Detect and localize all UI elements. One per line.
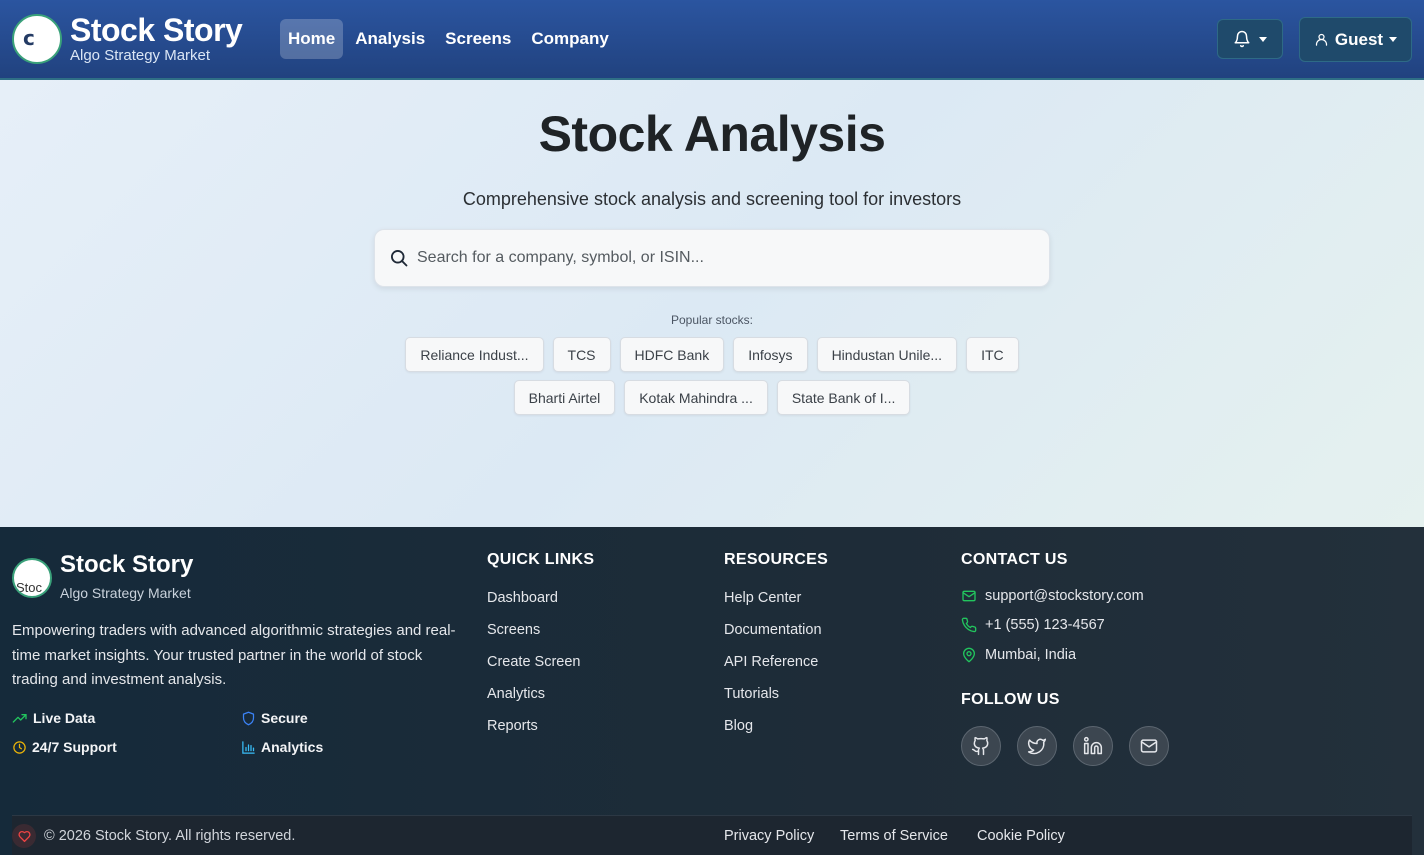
stock-chip-itc[interactable]: ITC [966, 337, 1019, 372]
stock-chip-tcs[interactable]: TCS [552, 337, 611, 372]
footer-link-dashboard[interactable]: Dashboard [487, 590, 581, 622]
quick-links-list: Dashboard Screens Create Screen Analytic… [487, 590, 581, 750]
search-input[interactable] [417, 249, 1017, 267]
feature-support: 24/7 Support [12, 739, 117, 755]
top-navbar: c Stock Story Algo Strategy Market Home … [0, 0, 1424, 80]
shield-icon [242, 711, 255, 725]
feature-live-data: Live Data [12, 710, 95, 726]
hero-section: Stock Analysis Comprehensive stock analy… [0, 80, 1424, 527]
nav-analysis[interactable]: Analysis [347, 19, 433, 59]
trending-up-icon [12, 714, 27, 723]
resources-list: Help Center Documentation API Reference … [724, 590, 822, 750]
footer-brand-subtitle: Algo Strategy Market [60, 585, 191, 601]
search-icon [391, 250, 408, 267]
resources-heading: RESOURCES [724, 551, 829, 568]
nav-company[interactable]: Company [523, 19, 616, 59]
feature-analytics: Analytics [241, 739, 323, 755]
notifications-dropdown-button[interactable] [1217, 19, 1283, 59]
footer-logo-alt-text: Stoc [16, 580, 43, 595]
footer-link-create-screen[interactable]: Create Screen [487, 654, 581, 686]
quick-links-heading: QUICK LINKS [487, 551, 595, 568]
terms-of-service-link[interactable]: Terms of Service [840, 828, 948, 844]
contact-heading: CONTACT US [961, 551, 1068, 568]
footer-link-tutorials[interactable]: Tutorials [724, 686, 822, 718]
bar-chart-icon [242, 740, 255, 754]
popular-stocks-row: Bharti Airtel Kotak Mahindra ... State B… [0, 380, 1424, 415]
stock-chip-kotak-mahindra[interactable]: Kotak Mahindra ... [624, 380, 768, 415]
footer-link-documentation[interactable]: Documentation [724, 622, 822, 654]
email-link[interactable] [1129, 726, 1169, 766]
chevron-down-icon [1259, 36, 1267, 42]
follow-us-heading: FOLLOW US [961, 691, 1060, 708]
clock-icon [13, 740, 26, 754]
footer-logo-image: Stoc [12, 558, 52, 598]
phone-icon [961, 617, 977, 633]
mail-icon [1140, 739, 1158, 753]
mail-icon [962, 590, 976, 602]
brand-subtitle: Algo Strategy Market [70, 47, 211, 64]
heart-icon [17, 830, 31, 842]
github-link[interactable] [961, 726, 1001, 766]
brand-title[interactable]: Stock Story [70, 12, 243, 49]
footer-link-reports[interactable]: Reports [487, 718, 581, 750]
privacy-policy-link[interactable]: Privacy Policy [724, 828, 814, 844]
popular-stocks-label: Popular stocks: [670, 313, 754, 327]
page-title: Stock Analysis [538, 106, 886, 162]
nav-home[interactable]: Home [280, 19, 344, 59]
social-links [961, 726, 1169, 766]
stock-chip-reliance[interactable]: Reliance Indust... [405, 337, 544, 372]
stock-chip-infosys[interactable]: Infosys [733, 337, 808, 372]
search-box[interactable] [374, 229, 1050, 287]
footer-link-blog[interactable]: Blog [724, 718, 822, 750]
logo-alt-text: c [23, 26, 35, 50]
feature-secure: Secure [241, 710, 308, 726]
page-subtitle: Comprehensive stock analysis and screeni… [462, 189, 962, 209]
feature-label: Secure [261, 710, 308, 726]
footer-bottom-bar: © 2026 Stock Story. All rights reserved.… [12, 815, 1412, 855]
popular-stocks-row: Reliance Indust... TCS HDFC Bank Infosys… [0, 337, 1424, 372]
footer-link-api-reference[interactable]: API Reference [724, 654, 822, 686]
footer-link-analytics[interactable]: Analytics [487, 686, 581, 718]
stock-chip-hindustan-unilever[interactable]: Hindustan Unile... [816, 337, 958, 372]
contact-email[interactable]: support@stockstory.com [961, 588, 1144, 604]
logo-image[interactable]: c [12, 14, 62, 64]
footer-link-help-center[interactable]: Help Center [724, 590, 822, 622]
github-icon [971, 736, 989, 756]
main-nav: Home Analysis Screens Company [280, 19, 617, 59]
contact-location-text: Mumbai, India [985, 647, 1077, 663]
map-pin-icon [963, 647, 975, 663]
user-menu-button[interactable]: Guest [1299, 17, 1412, 62]
feature-label: Live Data [33, 710, 96, 726]
cookie-policy-link[interactable]: Cookie Policy [977, 828, 1065, 844]
footer-description: Empowering traders with advanced algorit… [12, 622, 456, 688]
bell-icon [1234, 30, 1250, 48]
footer-link-screens[interactable]: Screens [487, 622, 581, 654]
linkedin-icon [1083, 736, 1103, 755]
contact-phone-text: +1 (555) 123-4567 [985, 617, 1105, 633]
nav-screens[interactable]: Screens [437, 19, 519, 59]
feature-label: Analytics [261, 739, 324, 755]
feature-label: 24/7 Support [32, 739, 117, 755]
stock-chip-hdfc-bank[interactable]: HDFC Bank [619, 337, 725, 372]
contact-email-text: support@stockstory.com [985, 588, 1144, 604]
heart-icon-badge [12, 824, 36, 848]
footer-brand-title: Stock Story [60, 551, 194, 578]
stock-chip-bharti-airtel[interactable]: Bharti Airtel [513, 380, 616, 415]
stock-chip-state-bank[interactable]: State Bank of I... [776, 380, 911, 415]
site-footer: Stoc Stock Story Algo Strategy Market Em… [0, 527, 1424, 855]
linkedin-link[interactable] [1073, 726, 1113, 766]
chevron-down-icon [1389, 37, 1398, 42]
contact-phone[interactable]: +1 (555) 123-4567 [961, 617, 1105, 633]
twitter-link[interactable] [1017, 726, 1057, 766]
user-menu-label: Guest [1334, 29, 1384, 49]
twitter-icon [1027, 738, 1047, 755]
contact-location: Mumbai, India [961, 647, 1076, 663]
copyright-text: © 2026 Stock Story. All rights reserved. [44, 828, 296, 844]
user-icon [1315, 33, 1328, 46]
